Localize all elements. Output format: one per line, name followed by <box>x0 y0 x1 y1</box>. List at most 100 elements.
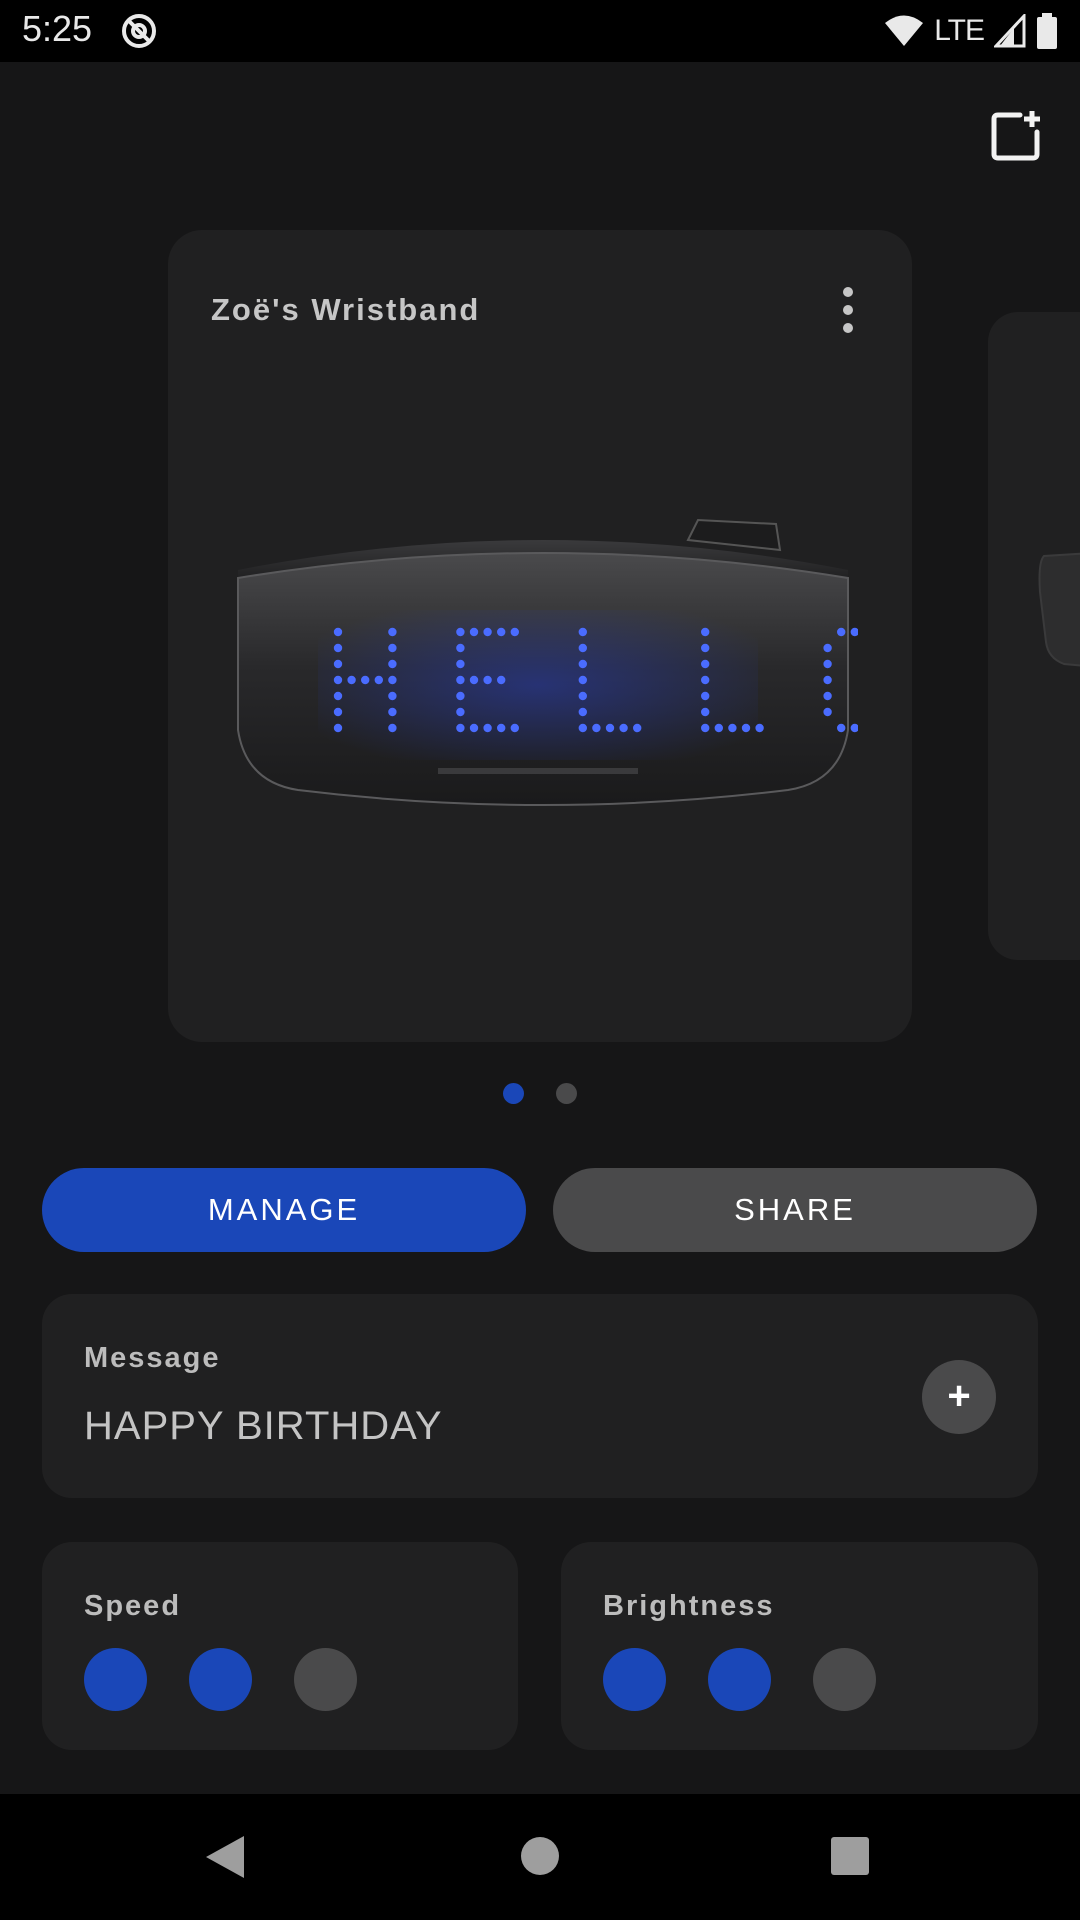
led-dot <box>578 675 587 685</box>
add-message-button[interactable]: + <box>922 1360 996 1434</box>
led-dot <box>333 691 343 701</box>
brightness-label: Brightness <box>603 1590 775 1622</box>
led-dot <box>510 627 519 637</box>
wifi-icon <box>885 15 924 46</box>
led-dot <box>388 723 397 733</box>
led-dot <box>755 723 764 733</box>
battery-icon <box>1037 13 1057 49</box>
led-dot <box>456 723 465 733</box>
led-dot <box>388 643 397 653</box>
led-dot <box>333 675 343 685</box>
led-dot <box>741 723 751 733</box>
led-dot <box>701 659 710 669</box>
brightness-level-dot[interactable] <box>708 1648 771 1711</box>
led-dot <box>578 643 587 653</box>
led-dot <box>837 723 846 733</box>
led-dot <box>333 627 343 637</box>
led-dot <box>823 707 832 717</box>
brightness-panel: Brightness <box>561 1542 1038 1750</box>
manage-button[interactable]: MANAGE <box>42 1168 526 1252</box>
led-dot <box>388 707 397 717</box>
led-dot <box>333 723 343 733</box>
brightness-selector[interactable] <box>603 1648 876 1711</box>
led-dot <box>701 691 710 701</box>
brightness-level-dot[interactable] <box>813 1648 876 1711</box>
led-dot <box>701 723 710 733</box>
speed-label: Speed <box>84 1590 182 1622</box>
led-dot <box>578 691 587 701</box>
led-dot <box>497 723 506 733</box>
led-dot <box>497 675 506 685</box>
led-dot <box>456 659 465 669</box>
led-dot <box>483 723 492 733</box>
signal-icon <box>994 14 1026 48</box>
led-dot <box>510 723 519 733</box>
device-card[interactable]: Zoë's Wristband <box>168 230 912 1042</box>
led-dot <box>728 723 737 733</box>
led-dot <box>333 707 343 717</box>
led-dot <box>388 659 397 669</box>
led-dot <box>701 707 710 717</box>
led-dot <box>374 675 383 685</box>
led-dot <box>578 707 587 717</box>
speed-panel: Speed <box>42 1542 518 1750</box>
led-dot <box>456 643 465 653</box>
led-dot <box>333 643 343 653</box>
led-dot <box>361 675 370 685</box>
status-bar: 5:25 LTE <box>0 0 1080 62</box>
led-dot <box>578 723 587 733</box>
assistant-icon <box>122 14 156 48</box>
led-dot <box>578 627 587 637</box>
led-dot <box>619 723 628 733</box>
led-dot <box>483 627 492 637</box>
more-vert-icon[interactable] <box>836 282 860 338</box>
wristband-image <box>237 518 858 806</box>
led-dot <box>456 675 465 685</box>
led-dot <box>388 627 397 637</box>
led-dot <box>850 723 858 733</box>
led-dot <box>633 723 642 733</box>
led-dot <box>701 643 710 653</box>
led-dot <box>823 691 832 701</box>
message-value: HAPPY BIRTHDAY <box>84 1404 443 1448</box>
led-dot <box>850 627 858 637</box>
led-dot <box>347 675 356 685</box>
led-dot <box>456 627 465 637</box>
led-dot <box>701 675 710 685</box>
brightness-level-dot[interactable] <box>603 1648 666 1711</box>
led-dot <box>592 723 601 733</box>
led-dot <box>837 627 846 637</box>
led-dot <box>714 723 723 733</box>
led-dot <box>469 675 479 685</box>
next-device-card[interactable] <box>988 312 1080 960</box>
led-dot <box>388 675 397 685</box>
message-label: Message <box>84 1342 221 1374</box>
status-time: 5:25 <box>22 8 93 49</box>
back-icon[interactable] <box>204 1834 246 1880</box>
home-icon[interactable] <box>520 1836 560 1876</box>
led-dot <box>578 659 587 669</box>
speed-selector[interactable] <box>84 1648 357 1711</box>
led-dot <box>605 723 615 733</box>
led-dot <box>823 659 832 669</box>
pager-dots <box>0 1083 1080 1104</box>
share-button[interactable]: SHARE <box>553 1168 1037 1252</box>
led-dot <box>497 627 506 637</box>
pager-dot[interactable] <box>556 1083 577 1104</box>
led-dot <box>701 627 710 637</box>
speed-level-dot[interactable] <box>189 1648 252 1711</box>
wristband-image-peek <box>1038 552 1080 667</box>
led-dot <box>456 707 465 717</box>
led-dot <box>333 659 343 669</box>
recents-icon[interactable] <box>830 1836 870 1876</box>
speed-level-dot[interactable] <box>294 1648 357 1711</box>
pager-dot[interactable] <box>503 1083 524 1104</box>
led-dot <box>823 675 832 685</box>
navigation-bar <box>0 1794 1080 1920</box>
led-dot <box>456 691 465 701</box>
speed-level-dot[interactable] <box>84 1648 147 1711</box>
led-dot <box>388 691 397 701</box>
add-device-icon[interactable] <box>990 110 1042 162</box>
led-dot <box>469 627 479 637</box>
message-panel[interactable]: Message HAPPY BIRTHDAY + <box>42 1294 1038 1498</box>
